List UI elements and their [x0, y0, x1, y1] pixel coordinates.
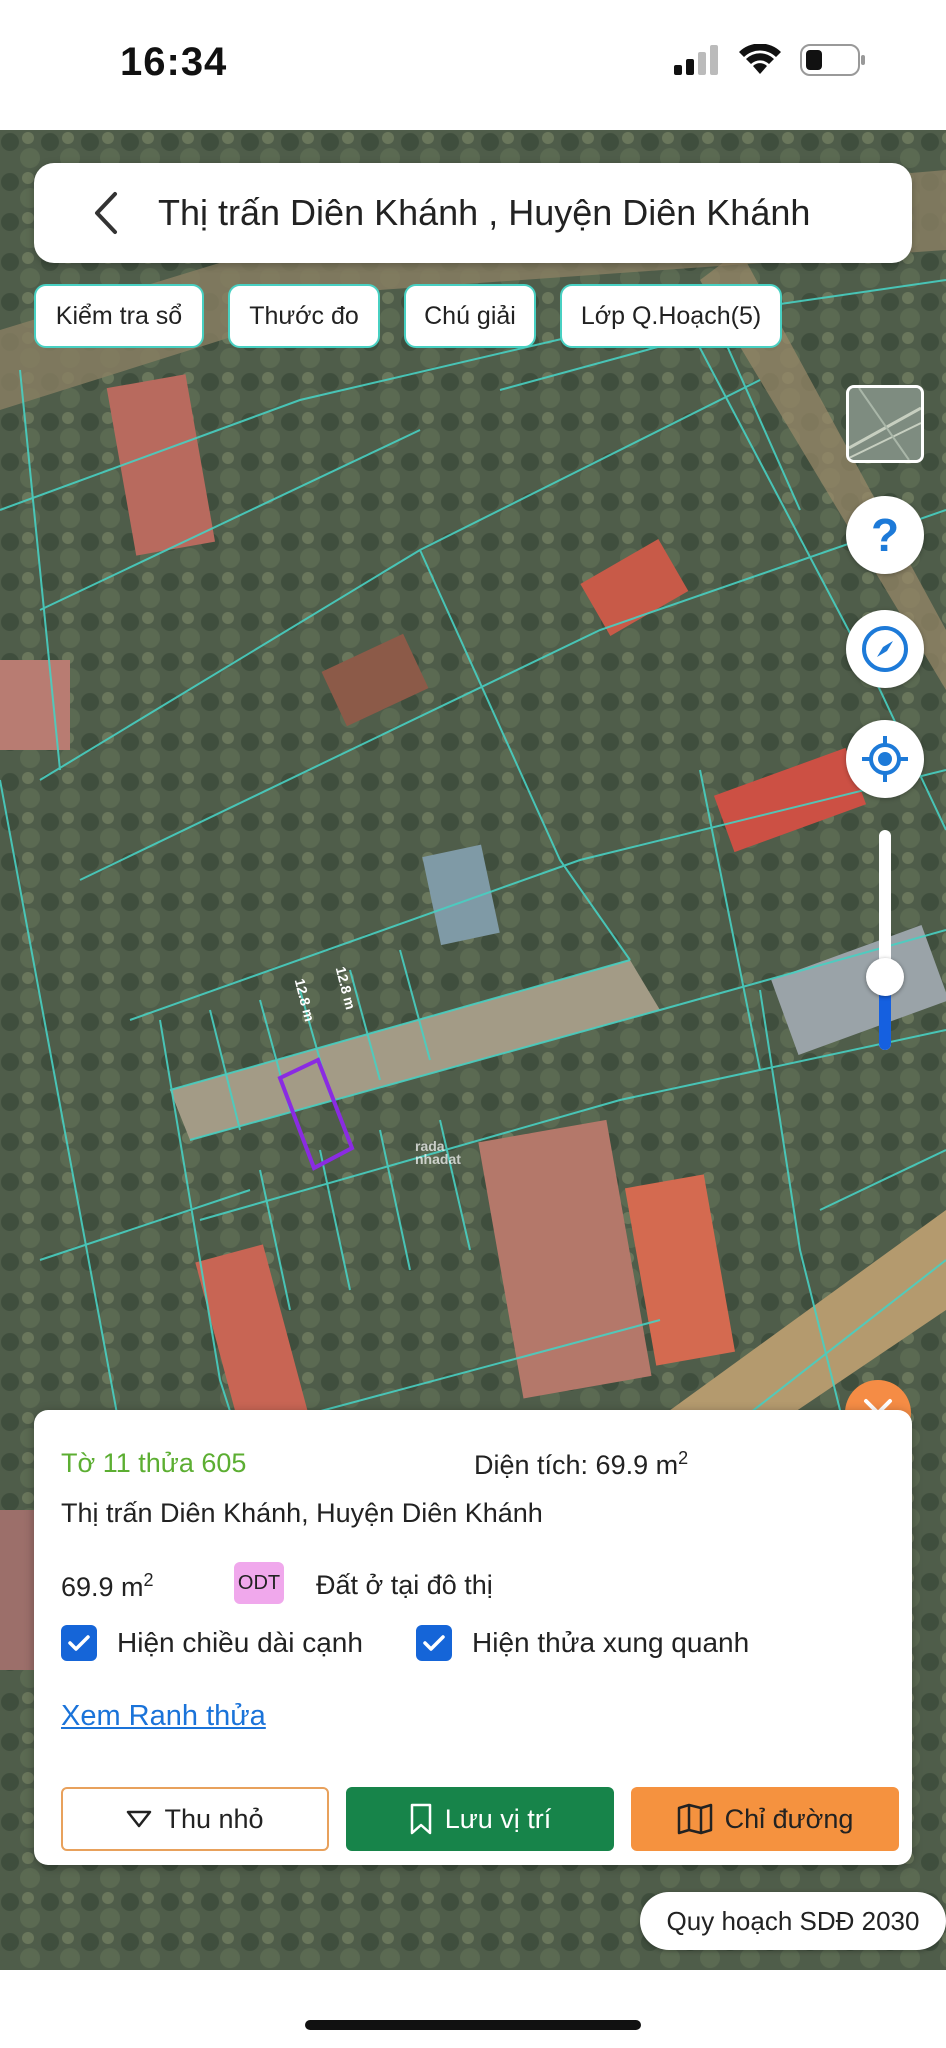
checkbox-checked[interactable]	[416, 1625, 452, 1661]
map-icon	[677, 1803, 712, 1835]
show-neighbors-option[interactable]: Hiện thửa xung quanh	[416, 1625, 749, 1661]
checkmark-icon	[423, 1635, 445, 1651]
battery-icon	[800, 44, 865, 76]
zoom-slider-handle[interactable]	[866, 958, 904, 996]
toolbar-chips: Kiểm tra sổ Thước đo Chú giải Lớp Q.Hoạc…	[34, 284, 782, 348]
back-button[interactable]	[76, 183, 136, 243]
directions-button[interactable]: Chỉ đường	[631, 1787, 899, 1851]
parcel-info-panel: Tờ 11 thửa 605 Diện tích: 69.9 m2 Thị tr…	[34, 1410, 912, 1865]
save-location-button[interactable]: Lưu vị trí	[346, 1787, 614, 1851]
location-header: Thị trấn Diên Khánh , Huyện Diên Khánh	[34, 163, 912, 263]
compass-icon	[862, 626, 908, 672]
ruler-button[interactable]: Thước đo	[228, 284, 380, 348]
help-button[interactable]: ?	[846, 496, 924, 574]
save-location-label: Lưu vị trí	[444, 1803, 552, 1834]
layer-thumbnail-icon	[849, 388, 921, 460]
parcel-address: Thị trấn Diên Khánh, Huyện Diên Khánh	[61, 1498, 543, 1528]
bookmark-icon	[410, 1803, 431, 1835]
parcel-sheet-number: Tờ 11 thửa 605	[61, 1448, 247, 1478]
wifi-icon	[739, 44, 781, 74]
triangle-down-icon	[127, 1810, 152, 1828]
show-neighbors-label: Hiện thửa xung quanh	[472, 1627, 750, 1658]
legend-button[interactable]: Chú giải	[404, 284, 536, 348]
home-indicator[interactable]	[305, 2020, 641, 2030]
planning-layer-badge[interactable]: Quy hoạch SDĐ 2030	[640, 1892, 946, 1950]
minimize-button[interactable]: Thu nhỏ	[61, 1787, 329, 1851]
status-icons	[674, 44, 866, 76]
map-layer-toggle[interactable]	[846, 385, 924, 463]
watermark: rada nhadat	[415, 1139, 461, 1167]
page-title: Thị trấn Diên Khánh , Huyện Diên Khánh	[158, 192, 811, 233]
directions-label: Chỉ đường	[724, 1803, 854, 1834]
my-location-button[interactable]	[846, 720, 924, 798]
planning-layer-button[interactable]: Lớp Q.Hoạch(5)	[560, 284, 782, 348]
parcel-area: Diện tích: 69.9 m2	[474, 1448, 688, 1481]
land-code-badge: ODT	[234, 1562, 284, 1604]
checkbox-checked[interactable]	[61, 1625, 97, 1661]
parcel-area-label: Diện tích: 69.9 m	[474, 1450, 679, 1480]
signal-icon	[674, 45, 718, 75]
compass-button[interactable]	[846, 610, 924, 688]
checkmark-icon	[68, 1635, 90, 1651]
land-use-area: 69.9 m2	[61, 1570, 154, 1603]
watermark-bottom: nhadat	[415, 1151, 461, 1167]
land-type: Đất ở tại đô thị	[316, 1570, 493, 1600]
land-use-area-value: 69.9 m	[61, 1572, 144, 1602]
status-bar: 16:34	[0, 0, 946, 130]
help-icon: ?	[870, 509, 900, 561]
show-edge-length-label: Hiện chiều dài cạnh	[117, 1627, 363, 1658]
view-boundary-link[interactable]: Xem Ranh thửa	[61, 1700, 266, 1733]
check-book-button[interactable]: Kiểm tra sổ	[34, 284, 204, 348]
show-edge-length-option[interactable]: Hiện chiều dài cạnh	[61, 1625, 363, 1661]
minimize-label: Thu nhỏ	[164, 1803, 264, 1834]
area-unit-exponent: 2	[143, 1570, 154, 1590]
locate-icon	[862, 736, 908, 782]
chevron-left-icon	[95, 192, 117, 234]
area-unit-exponent: 2	[678, 1448, 689, 1468]
status-time: 16:34	[120, 40, 228, 84]
